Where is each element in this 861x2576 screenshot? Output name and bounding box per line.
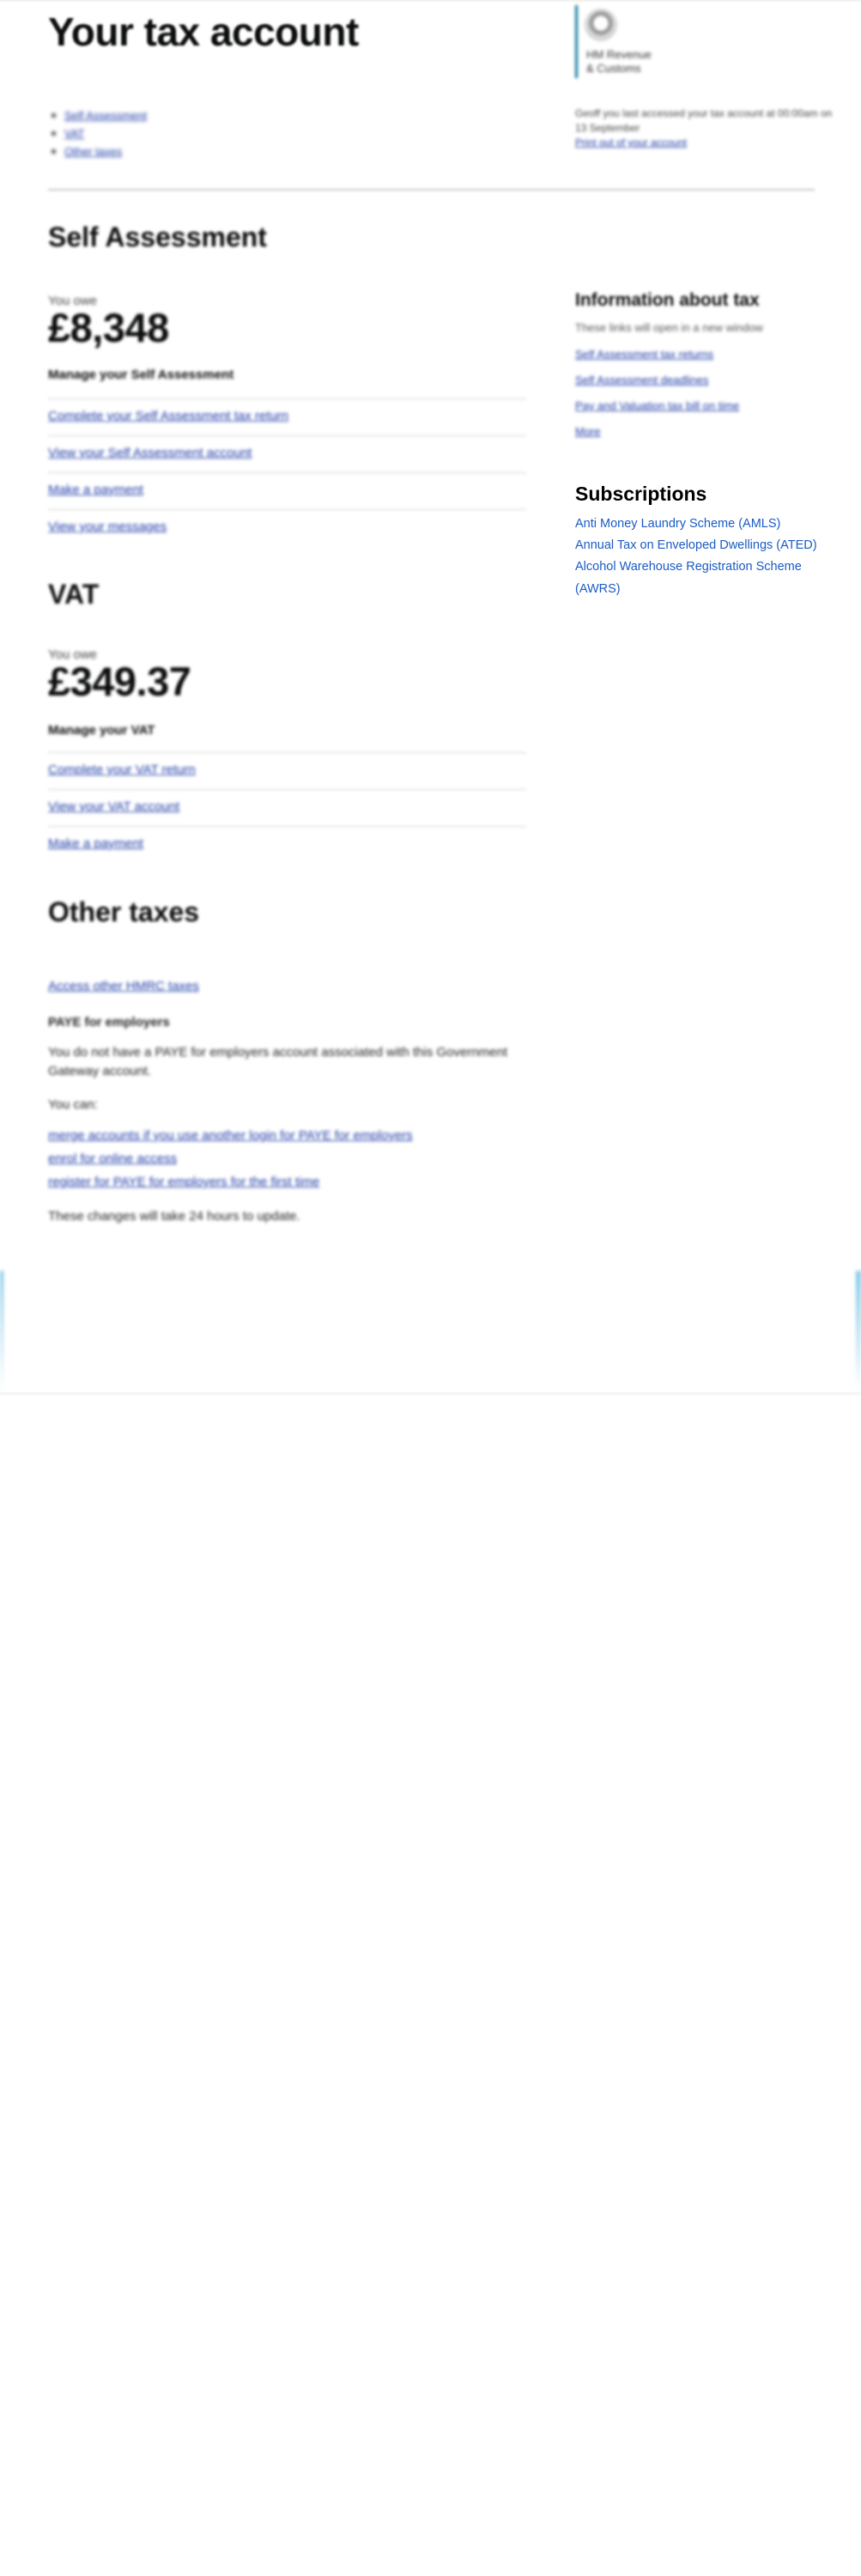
- list-item: Alcohol Warehouse Registration Scheme (A…: [575, 556, 838, 596]
- vat-heading: VAT: [48, 579, 100, 610]
- paye-description: You do not have a PAYE for employers acc…: [48, 1045, 508, 1078]
- sa-deadlines-link[interactable]: Self Assessment deadlines: [575, 374, 708, 386]
- print-account-link[interactable]: Print out of your account: [575, 136, 841, 150]
- awrs-link[interactable]: Alcohol Warehouse Registration Scheme (A…: [575, 560, 802, 596]
- info-new-window-note: These links will open in a new window: [575, 321, 763, 334]
- vat-make-payment-link[interactable]: Make a payment: [48, 836, 143, 851]
- list-item: Make a payment: [48, 472, 526, 509]
- complete-vat-return-link[interactable]: Complete your VAT return: [48, 762, 196, 777]
- pay-tax-bill-link[interactable]: Pay and Valuation tax bill on time: [575, 399, 739, 412]
- contents-link-other-taxes[interactable]: Other taxes: [64, 145, 122, 158]
- contents-item[interactable]: Self Assessment: [48, 106, 147, 125]
- paye-heading: PAYE for employers: [48, 1015, 170, 1030]
- bullet-icon: [52, 149, 56, 155]
- contents-link-vat[interactable]: VAT: [64, 127, 84, 140]
- top-border: [0, 0, 861, 2]
- bullet-icon: [52, 131, 56, 137]
- update-note: These changes will take 24 hours to upda…: [48, 1209, 300, 1224]
- crest-icon: [585, 9, 617, 41]
- sa-make-payment-link[interactable]: Make a payment: [48, 483, 143, 497]
- enrol-online-link[interactable]: enrol for online access: [48, 1151, 177, 1166]
- list-item: Complete your Self Assessment tax return: [48, 398, 526, 435]
- agency-name: HM Revenue & Customs: [586, 48, 652, 76]
- view-messages-link[interactable]: View your messages: [48, 519, 167, 534]
- list-item: Annual Tax on Enveloped Dwellings (ATED): [575, 534, 838, 556]
- list-item: More: [575, 424, 739, 450]
- vat-actions-list: Complete your VAT return View your VAT a…: [48, 752, 526, 863]
- subscriptions-heading: Subscriptions: [575, 483, 707, 505]
- list-item: View your messages: [48, 509, 526, 546]
- page-title: Your tax account: [48, 9, 359, 54]
- last-signin-text: Geoff you last accessed your tax account…: [575, 107, 833, 134]
- bullet-icon: [52, 113, 56, 118]
- last-signin-info: Geoff you last accessed your tax account…: [575, 106, 841, 150]
- hmrc-logo: HM Revenue & Customs: [575, 5, 685, 78]
- self-assessment-heading: Self Assessment: [48, 222, 267, 252]
- agency-name-line: & Customs: [586, 62, 641, 75]
- info-about-tax-heading: Information about tax: [575, 290, 760, 310]
- sa-actions-list: Complete your Self Assessment tax return…: [48, 398, 526, 546]
- section-divider: [48, 189, 815, 191]
- list-item: Anti Money Laundry Scheme (AMLS): [575, 513, 838, 534]
- list-item: Self Assessment tax returns: [575, 347, 739, 373]
- subscriptions-list: Anti Money Laundry Scheme (AMLS) Annual …: [575, 513, 838, 596]
- agency-name-line: HM Revenue: [586, 48, 652, 61]
- list-item: Complete your VAT return: [48, 752, 526, 789]
- amls-link[interactable]: Anti Money Laundry Scheme (AMLS): [575, 517, 780, 531]
- register-paye-link[interactable]: register for PAYE for employers for the …: [48, 1175, 319, 1189]
- sa-amount-owed: £8,348: [48, 305, 169, 350]
- you-can-label: You can:: [48, 1097, 98, 1112]
- access-other-taxes-link[interactable]: Access other HMRC taxes: [48, 979, 199, 993]
- view-vat-account-link[interactable]: View your VAT account: [48, 799, 179, 814]
- sa-manage-heading: Manage your Self Assessment: [48, 368, 234, 382]
- contents-item[interactable]: VAT: [48, 125, 147, 143]
- right-edge-shadow: [856, 1271, 861, 1391]
- contents-link-self-assessment[interactable]: Self Assessment: [64, 109, 147, 122]
- contents-list: Self Assessment VAT Other taxes: [48, 106, 147, 161]
- complete-sa-return-link[interactable]: Complete your Self Assessment tax return: [48, 409, 288, 423]
- list-item: View your Self Assessment account: [48, 435, 526, 472]
- vat-amount-owed: £349.37: [48, 659, 191, 704]
- list-item: Pay and Valuation tax bill on time: [575, 398, 739, 424]
- contents-item[interactable]: Other taxes: [48, 143, 147, 161]
- ated-link[interactable]: Annual Tax on Enveloped Dwellings (ATED): [575, 538, 817, 552]
- list-item: Make a payment: [48, 826, 526, 863]
- left-edge-shadow: [0, 1271, 3, 1391]
- vat-manage-heading: Manage your VAT: [48, 723, 155, 738]
- more-info-link[interactable]: More: [575, 425, 601, 438]
- view-sa-account-link[interactable]: View your Self Assessment account: [48, 446, 252, 460]
- sa-tax-returns-link[interactable]: Self Assessment tax returns: [575, 348, 713, 361]
- other-taxes-heading: Other taxes: [48, 896, 200, 927]
- list-item: View your VAT account: [48, 789, 526, 826]
- content-bottom-border: [0, 1393, 861, 1394]
- info-links-list: Self Assessment tax returns Self Assessm…: [575, 347, 739, 450]
- list-item: Self Assessment deadlines: [575, 373, 739, 398]
- merge-accounts-link[interactable]: merge accounts if you use another login …: [48, 1128, 413, 1143]
